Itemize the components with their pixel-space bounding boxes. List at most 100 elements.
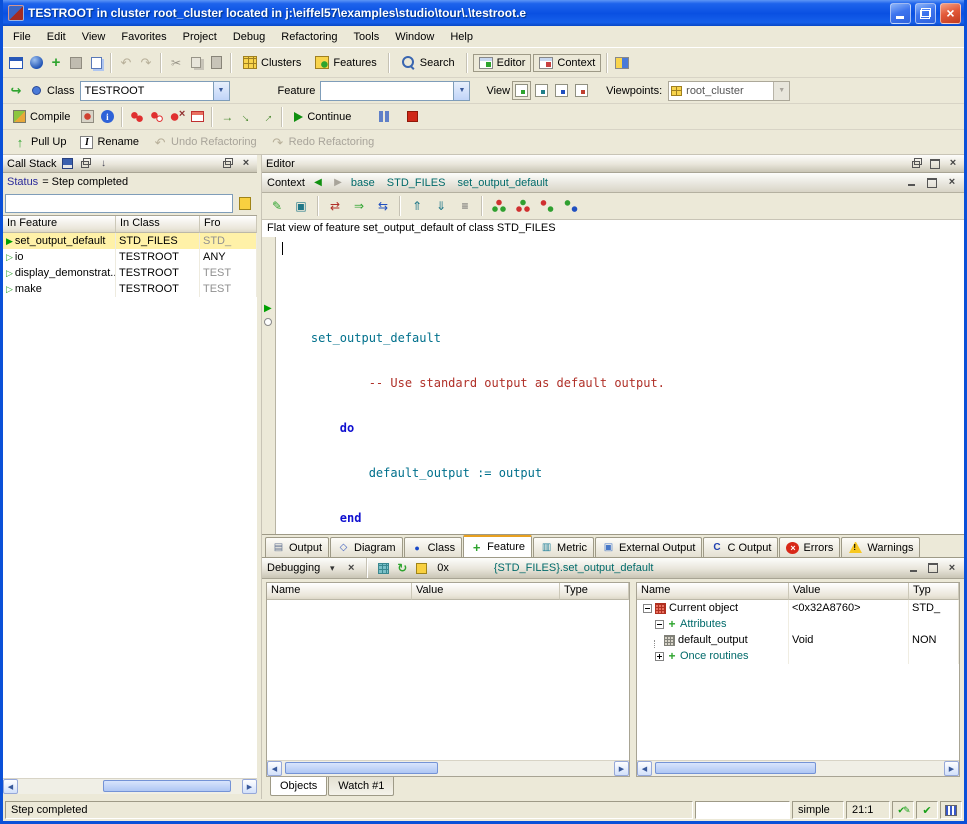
scroll-left-button[interactable]: ◀ xyxy=(267,761,282,776)
column-type[interactable]: Type xyxy=(560,583,629,600)
scroll-track[interactable] xyxy=(282,761,614,776)
project-info-icon[interactable] xyxy=(98,108,116,126)
contract-view-icon[interactable] xyxy=(572,82,590,100)
column-value[interactable]: Value xyxy=(789,583,909,600)
minimize-debug-icon[interactable] xyxy=(907,562,921,575)
assigners-icon[interactable] xyxy=(372,195,394,217)
cut-icon[interactable] xyxy=(167,54,185,72)
tab-watch-1[interactable]: Watch #1 xyxy=(328,777,394,796)
menu-file[interactable]: File xyxy=(5,28,39,46)
column-value[interactable]: Value xyxy=(412,583,560,600)
maximize-panel-icon[interactable] xyxy=(221,157,235,170)
context-button[interactable]: Context xyxy=(533,54,601,72)
scroll-thumb[interactable] xyxy=(655,762,816,774)
save-icon[interactable] xyxy=(67,54,85,72)
refresh-objects-icon[interactable] xyxy=(395,562,409,575)
menu-debug[interactable]: Debug xyxy=(225,28,273,46)
step-out-icon[interactable] xyxy=(255,104,280,129)
scroll-right-button[interactable]: ▶ xyxy=(944,761,959,776)
menu-refactoring[interactable]: Refactoring xyxy=(273,28,345,46)
editor-header[interactable]: Editor xyxy=(262,155,964,173)
external-commands-icon[interactable] xyxy=(613,54,631,72)
tab-external-output[interactable]: External Output xyxy=(595,537,702,557)
tab-warnings[interactable]: Warnings xyxy=(841,537,920,557)
tab-metric[interactable]: Metric xyxy=(533,537,594,557)
close-button[interactable] xyxy=(940,3,961,24)
undo-icon[interactable] xyxy=(117,54,135,72)
open-in-new-tab-icon[interactable] xyxy=(290,195,312,217)
tab-c-output[interactable]: C Output xyxy=(703,537,778,557)
save-all-icon[interactable] xyxy=(87,54,105,72)
chevron-down-icon[interactable] xyxy=(325,562,339,575)
call-stack-hscrollbar[interactable]: ◀ ▶ xyxy=(3,778,257,794)
tab-errors[interactable]: Errors xyxy=(779,537,840,557)
clickable-view-icon[interactable] xyxy=(532,82,550,100)
maximize-debug-icon[interactable] xyxy=(926,562,940,575)
scroll-right-button[interactable]: ▶ xyxy=(614,761,629,776)
tab-output[interactable]: Output xyxy=(265,537,329,557)
text-view-icon[interactable] xyxy=(512,82,530,100)
table-row[interactable]: io TESTROOT ANY xyxy=(3,249,257,265)
call-stack-header[interactable]: Call Stack xyxy=(3,155,257,173)
viewpoints-combobox[interactable]: root_cluster ▼ xyxy=(668,81,790,101)
collapse-icon[interactable] xyxy=(655,620,664,629)
class-combobox[interactable]: TESTROOT ▼ xyxy=(80,81,230,101)
hex-format-button[interactable]: 0x xyxy=(433,561,453,575)
menu-help[interactable]: Help xyxy=(442,28,481,46)
expand-icon[interactable] xyxy=(655,652,664,661)
callers-icon[interactable] xyxy=(324,195,346,217)
save-call-stack-icon[interactable] xyxy=(61,157,75,170)
ancestors-icon[interactable] xyxy=(406,195,428,217)
scroll-thumb[interactable] xyxy=(103,780,231,792)
menu-project[interactable]: Project xyxy=(175,28,225,46)
maximize-editor-icon[interactable] xyxy=(928,157,942,170)
tab-feature[interactable]: Feature xyxy=(463,535,532,557)
tree-row-once-routines[interactable]: Once routines xyxy=(637,648,959,664)
viewpoints-combobox-arrow[interactable]: ▼ xyxy=(773,82,789,100)
dock-panel-icon[interactable] xyxy=(97,157,111,170)
edit-icon[interactable] xyxy=(266,195,288,217)
disable-breakpoints-icon[interactable] xyxy=(148,108,166,126)
rename-button[interactable]: Rename xyxy=(74,133,145,152)
open-in-new-tab-icon[interactable] xyxy=(7,82,25,100)
column-name[interactable]: Name xyxy=(637,583,789,600)
continue-button[interactable]: Continue xyxy=(288,108,357,126)
breadcrumb-cluster[interactable]: base xyxy=(351,177,375,189)
tab-objects[interactable]: Objects xyxy=(270,777,327,796)
scroll-thumb[interactable] xyxy=(285,762,438,774)
close-panel-icon[interactable] xyxy=(239,157,253,170)
features-button[interactable]: Features xyxy=(309,53,382,72)
callees-icon[interactable] xyxy=(348,195,370,217)
editor-button[interactable]: Editor xyxy=(473,54,532,72)
code-area[interactable]: set_output_default -- Use standard outpu… xyxy=(276,237,964,534)
breakpoints-tool-icon[interactable] xyxy=(188,108,206,126)
debugging-header[interactable]: Debugging 0x {STD_FILES}.set_output_defa… xyxy=(262,558,964,579)
stack-depth-input[interactable] xyxy=(5,194,233,213)
descendants-icon[interactable] xyxy=(430,195,452,217)
refresh-stack-button[interactable] xyxy=(235,193,255,213)
breakpoint-slot-icon[interactable] xyxy=(264,318,272,326)
creators-icon[interactable] xyxy=(488,195,510,217)
freeze-icon[interactable] xyxy=(78,108,96,126)
paste-icon[interactable] xyxy=(207,54,225,72)
titlebar[interactable]: TESTROOT in cluster root_cluster located… xyxy=(3,0,964,26)
homonyms-icon[interactable] xyxy=(560,195,582,217)
objects-hscrollbar[interactable]: ◀ ▶ xyxy=(637,760,959,776)
flat-view-icon[interactable] xyxy=(454,195,476,217)
stop-icon[interactable] xyxy=(403,108,421,126)
close-tool-icon[interactable] xyxy=(945,176,959,189)
close-debug-icon[interactable] xyxy=(945,562,959,575)
search-button[interactable]: Search xyxy=(395,52,461,73)
history-back-icon[interactable] xyxy=(311,176,325,189)
close-debug-tool-icon[interactable] xyxy=(344,562,358,575)
tree-row-default-output[interactable]: default_output Void NON xyxy=(637,632,959,648)
compile-button[interactable]: Compile xyxy=(7,107,76,126)
column-name[interactable]: Name xyxy=(267,583,412,600)
scroll-left-button[interactable]: ◀ xyxy=(3,779,18,794)
scroll-track[interactable] xyxy=(18,779,242,794)
minimize-button[interactable] xyxy=(890,3,911,24)
pause-icon[interactable] xyxy=(375,108,393,126)
enable-breakpoints-icon[interactable] xyxy=(128,108,146,126)
menu-edit[interactable]: Edit xyxy=(39,28,74,46)
menu-window[interactable]: Window xyxy=(387,28,442,46)
